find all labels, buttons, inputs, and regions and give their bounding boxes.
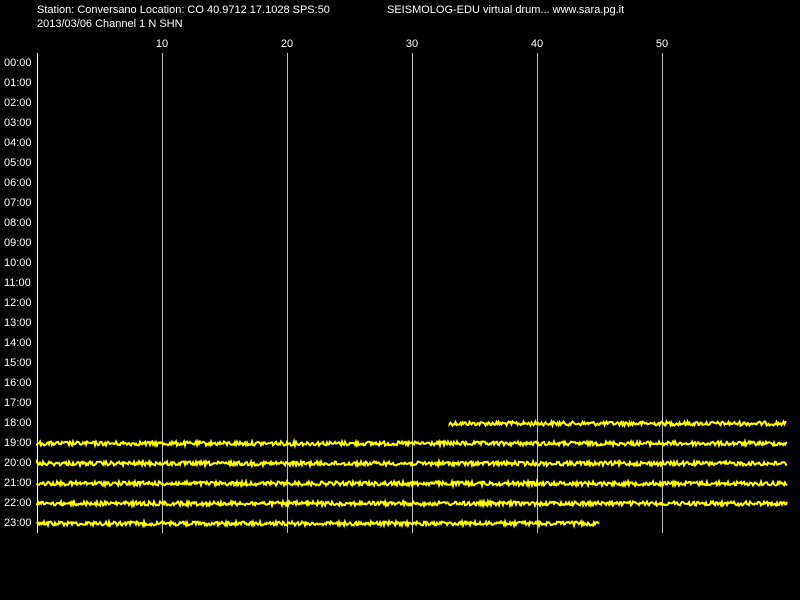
seismograph-drum-screen: Station: Conversano Location: CO 40.9712… [0, 0, 800, 600]
trace-2300 [36, 517, 600, 529]
trace-1800 [448, 418, 787, 429]
drum-plot [36, 53, 788, 533]
trace-2200 [36, 498, 788, 509]
trace-2100 [36, 477, 788, 490]
trace-2000 [36, 457, 788, 470]
